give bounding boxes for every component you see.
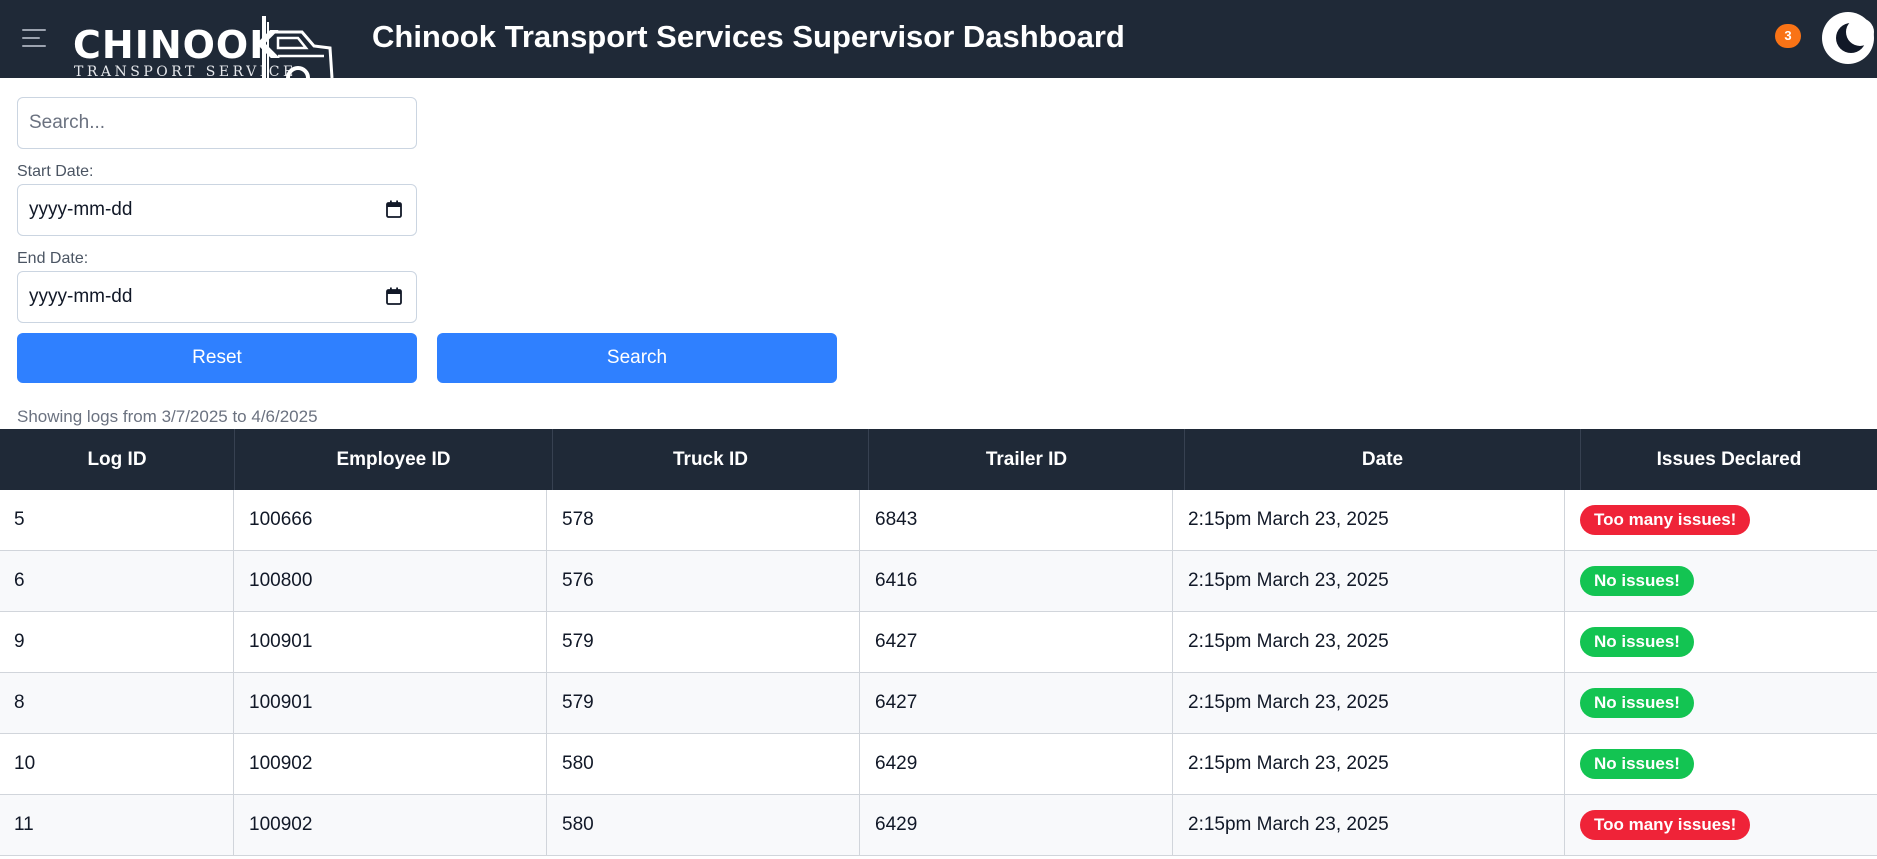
table-row[interactable]: 8 100901 579 6427 2:15pm March 23, 2025 … <box>0 673 1877 734</box>
dark-mode-toggle[interactable] <box>1822 12 1874 64</box>
end-date-value: yyyy-mm-dd <box>29 286 133 307</box>
cell-log-id: 11 <box>0 795 234 855</box>
cell-employee-id: 100666 <box>234 490 547 550</box>
cell-date: 2:15pm March 23, 2025 <box>1173 734 1565 794</box>
notification-badge[interactable]: 3 <box>1775 24 1801 48</box>
table-row[interactable]: 5 100666 578 6843 2:15pm March 23, 2025 … <box>0 490 1877 551</box>
end-date-field[interactable]: yyyy-mm-dd <box>17 271 417 323</box>
cell-employee-id: 100901 <box>234 673 547 733</box>
cell-employee-id: 100800 <box>234 551 547 611</box>
cell-trailer-id: 6427 <box>860 673 1173 733</box>
truck-logo-icon <box>262 16 334 78</box>
cell-issues: No issues! <box>1565 734 1877 794</box>
calendar-icon[interactable] <box>386 200 402 218</box>
cell-issues: No issues! <box>1565 612 1877 672</box>
cell-truck-id: 580 <box>547 795 860 855</box>
column-header-trailer-id[interactable]: Trailer ID <box>869 429 1185 490</box>
logo-main-text: CHINOOK <box>73 23 280 67</box>
cell-truck-id: 578 <box>547 490 860 550</box>
cell-date: 2:15pm March 23, 2025 <box>1173 551 1565 611</box>
table-row[interactable]: 11 100902 580 6429 2:15pm March 23, 2025… <box>0 795 1877 856</box>
cell-truck-id: 579 <box>547 612 860 672</box>
start-date-field[interactable]: yyyy-mm-dd <box>17 184 417 236</box>
status-badge: No issues! <box>1580 565 1694 596</box>
column-header-date[interactable]: Date <box>1185 429 1581 490</box>
page-title: Chinook Transport Services Supervisor Da… <box>372 19 1125 54</box>
status-badge: Too many issues! <box>1580 504 1751 535</box>
status-badge: No issues! <box>1580 626 1694 657</box>
start-date-value: yyyy-mm-dd <box>29 199 133 220</box>
table-row[interactable]: 9 100901 579 6427 2:15pm March 23, 2025 … <box>0 612 1877 673</box>
cell-employee-id: 100902 <box>234 734 547 794</box>
cell-truck-id: 580 <box>547 734 860 794</box>
column-header-truck-id[interactable]: Truck ID <box>553 429 869 490</box>
table-row[interactable]: 10 100902 580 6429 2:15pm March 23, 2025… <box>0 734 1877 795</box>
cell-truck-id: 576 <box>547 551 860 611</box>
cell-trailer-id: 6843 <box>860 490 1173 550</box>
cell-trailer-id: 6416 <box>860 551 1173 611</box>
top-header: CHINOOK TRANSPORT SERVICE Chinook Transp… <box>0 0 1877 78</box>
status-badge: No issues! <box>1580 748 1694 779</box>
table-header: Log ID Employee ID Truck ID Trailer ID D… <box>0 429 1877 490</box>
cell-date: 2:15pm March 23, 2025 <box>1173 612 1565 672</box>
cell-trailer-id: 6429 <box>860 734 1173 794</box>
end-date-label: End Date: <box>17 250 89 267</box>
cell-trailer-id: 6427 <box>860 612 1173 672</box>
cell-trailer-id: 6429 <box>860 795 1173 855</box>
column-header-employee-id[interactable]: Employee ID <box>235 429 553 490</box>
reset-button[interactable]: Reset <box>17 333 417 383</box>
search-input[interactable] <box>17 97 417 149</box>
cell-log-id: 9 <box>0 612 234 672</box>
cell-employee-id: 100902 <box>234 795 547 855</box>
cell-truck-id: 579 <box>547 673 860 733</box>
cell-issues: Too many issues! <box>1565 490 1877 550</box>
cell-log-id: 10 <box>0 734 234 794</box>
cell-issues: Too many issues! <box>1565 795 1877 855</box>
cell-date: 2:15pm March 23, 2025 <box>1173 673 1565 733</box>
cell-issues: No issues! <box>1565 673 1877 733</box>
company-logo: CHINOOK TRANSPORT SERVICE <box>70 8 340 78</box>
cell-issues: No issues! <box>1565 551 1877 611</box>
status-badge: No issues! <box>1580 687 1694 718</box>
cell-log-id: 5 <box>0 490 234 550</box>
cell-log-id: 6 <box>0 551 234 611</box>
cell-log-id: 8 <box>0 673 234 733</box>
table-row[interactable]: 6 100800 576 6416 2:15pm March 23, 2025 … <box>0 551 1877 612</box>
cell-date: 2:15pm March 23, 2025 <box>1173 490 1565 550</box>
date-range-text: Showing logs from 3/7/2025 to 4/6/2025 <box>17 407 318 426</box>
start-date-label: Start Date: <box>17 163 94 180</box>
hamburger-menu-icon[interactable] <box>22 26 50 50</box>
calendar-icon[interactable] <box>386 287 402 305</box>
search-button[interactable]: Search <box>437 333 837 383</box>
status-badge: Too many issues! <box>1580 809 1751 840</box>
cell-date: 2:15pm March 23, 2025 <box>1173 795 1565 855</box>
cell-employee-id: 100901 <box>234 612 547 672</box>
column-header-issues-declared[interactable]: Issues Declared <box>1581 429 1877 490</box>
column-header-log-id[interactable]: Log ID <box>0 429 235 490</box>
